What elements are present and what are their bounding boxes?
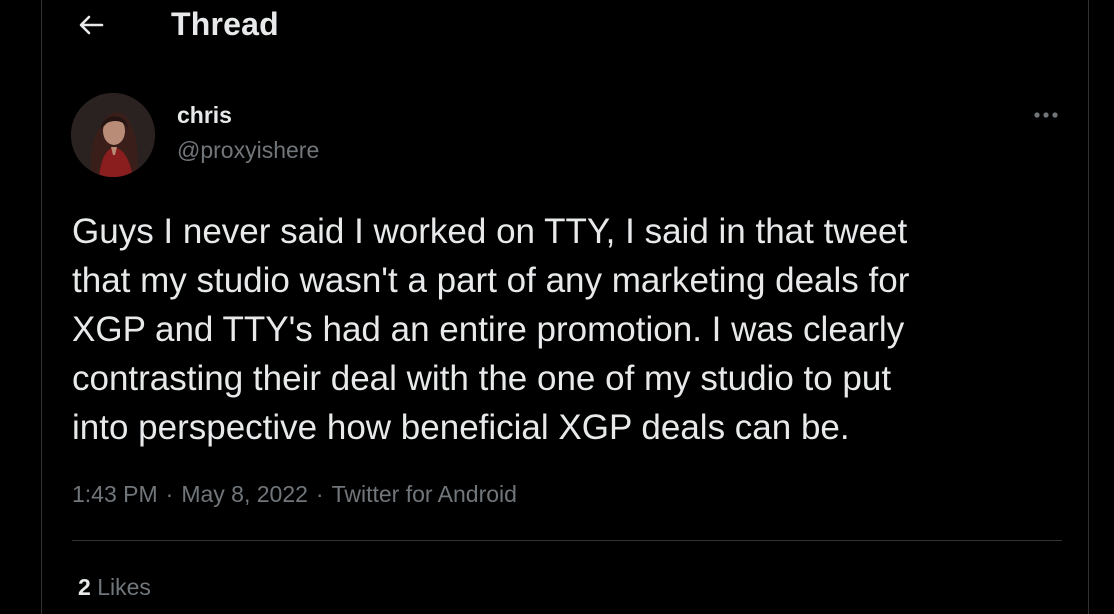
more-horizontal-icon — [1033, 106, 1059, 124]
meta-separator: · — [315, 481, 324, 507]
likes-link[interactable]: 2 Likes — [78, 574, 151, 601]
thread-column: Thread chris @proxyishere Guys I never s… — [41, 0, 1089, 614]
meta-separator: · — [165, 481, 174, 507]
page-title: Thread — [171, 6, 279, 42]
thread-header: Thread — [42, 0, 1088, 52]
author-handle[interactable]: @proxyishere — [177, 137, 319, 164]
divider — [72, 540, 1062, 541]
more-options-button[interactable] — [1026, 100, 1066, 130]
tweet-source: Twitter for Android — [331, 481, 517, 507]
back-button[interactable] — [72, 8, 110, 42]
likes-label: Likes — [97, 574, 151, 600]
author-display-name[interactable]: chris — [177, 102, 232, 129]
tweet-text: Guys I never said I worked on TTY, I sai… — [72, 212, 910, 447]
avatar[interactable] — [71, 93, 155, 177]
tweet-metadata: 1:43 PM · May 8, 2022 · Twitter for Andr… — [72, 481, 517, 508]
tweet-date[interactable]: May 8, 2022 — [181, 481, 308, 508]
tweet-time[interactable]: 1:43 PM — [72, 481, 158, 508]
arrow-left-icon — [78, 14, 104, 36]
likes-count: 2 — [78, 574, 91, 600]
